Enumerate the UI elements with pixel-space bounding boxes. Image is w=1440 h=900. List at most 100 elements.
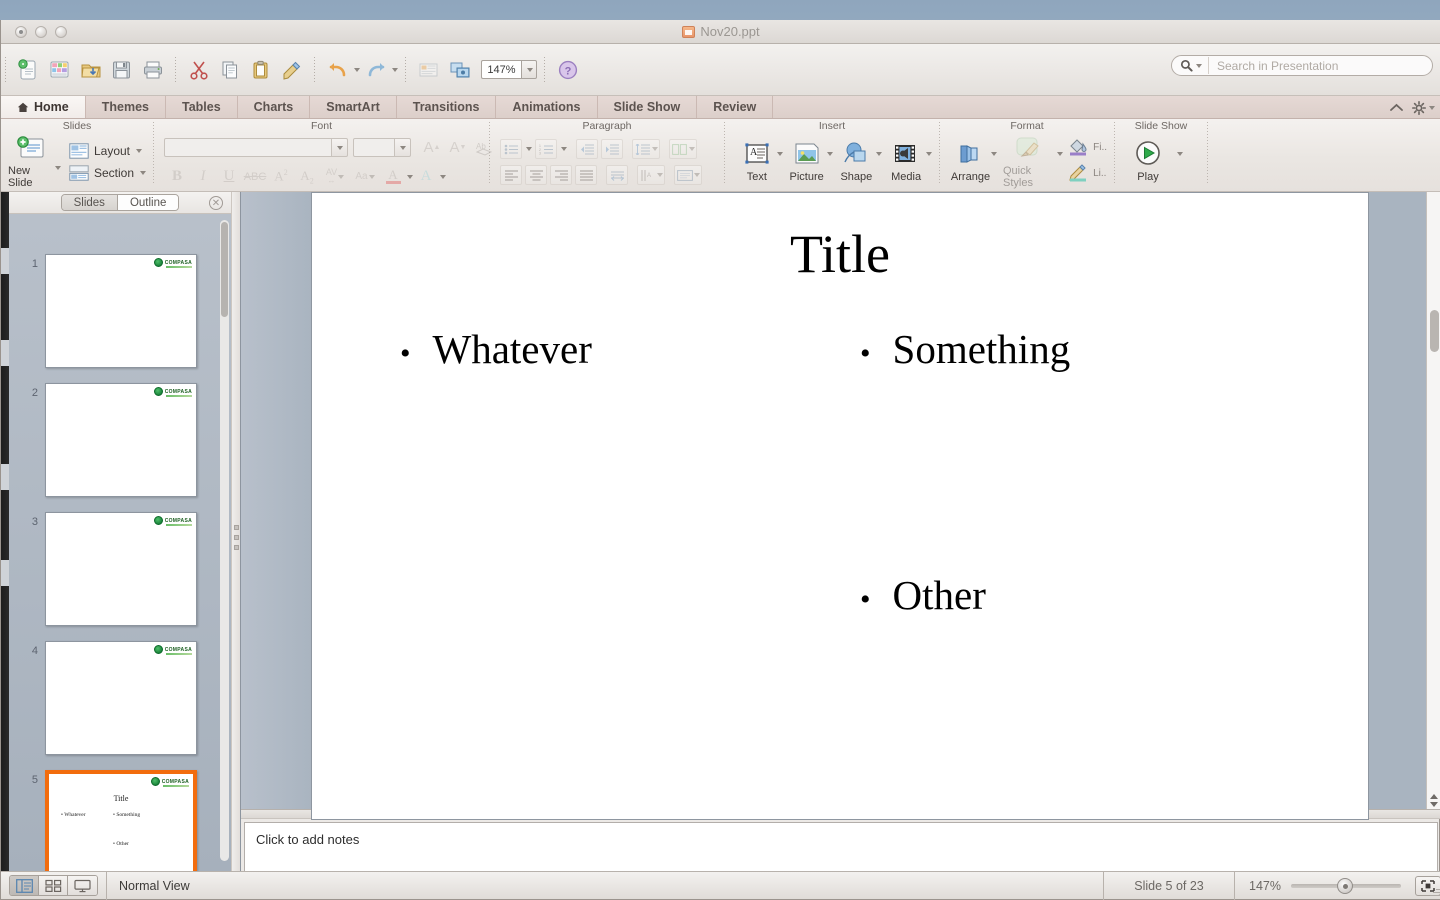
redo-button[interactable]: [361, 55, 390, 85]
panel-splitter[interactable]: [231, 192, 241, 882]
insert-shape-caret[interactable]: [876, 152, 883, 156]
tab-outline[interactable]: Outline: [117, 195, 179, 210]
copy-button[interactable]: [215, 55, 244, 85]
paste-button[interactable]: [246, 55, 275, 85]
thumbnail-item-1[interactable]: 1 COMPASA: [9, 248, 197, 368]
section-caret[interactable]: [140, 171, 146, 175]
splitter-grip[interactable]: [233, 524, 239, 550]
text-effects-button[interactable]: A: [413, 166, 439, 188]
print-button[interactable]: [138, 55, 167, 85]
slide-bullet-right-2[interactable]: • Other: [860, 571, 986, 619]
zoom-slider[interactable]: [1291, 877, 1401, 894]
tab-review[interactable]: Review: [697, 96, 774, 118]
save-button[interactable]: [107, 55, 136, 85]
minimize-window-button[interactable]: [35, 25, 47, 38]
zoom-window-button[interactable]: [55, 25, 67, 38]
search-input[interactable]: Search in Presentation: [1209, 59, 1338, 73]
slide-scroll-arrows[interactable]: [1430, 794, 1438, 807]
text-direction-button[interactable]: [606, 165, 628, 185]
align-left-button[interactable]: [500, 165, 522, 185]
open-button[interactable]: [76, 55, 105, 85]
normal-view-button[interactable]: [10, 876, 39, 895]
thumbnail-item-2[interactable]: 2 COMPASA: [9, 377, 197, 497]
underline-button[interactable]: U: [216, 166, 242, 188]
decrease-indent-button[interactable]: [576, 139, 598, 159]
line-spacing-button[interactable]: [632, 139, 660, 159]
tab-animations[interactable]: Animations: [496, 96, 598, 118]
numbering-caret[interactable]: [561, 147, 567, 151]
current-slide-canvas[interactable]: Title • Whatever • Something • Other: [311, 192, 1369, 820]
arrange-button[interactable]: Arrange: [950, 134, 991, 190]
media-browser-button[interactable]: [445, 55, 474, 85]
zoom-value-field[interactable]: 147%: [481, 60, 521, 79]
columns-button[interactable]: [669, 139, 697, 159]
search-scope-button[interactable]: [1172, 57, 1209, 74]
close-panel-icon[interactable]: ✕: [209, 196, 223, 210]
format-painter-button[interactable]: [277, 55, 306, 85]
tab-transitions[interactable]: Transitions: [397, 96, 497, 118]
font-size-input[interactable]: [353, 138, 395, 157]
thumbnail-scrollbar[interactable]: [220, 220, 229, 862]
thumbnail-item-3[interactable]: 3 COMPASA: [9, 506, 197, 626]
slide-bullet-right-1[interactable]: • Something: [860, 325, 1070, 373]
font-size-dropdown[interactable]: [395, 138, 411, 157]
thumbnail-list[interactable]: 1 COMPASA 2 COMPASA 3 COMPASA 4 COMPASA …: [9, 214, 231, 882]
bold-button[interactable]: B: [164, 166, 190, 188]
insert-picture-caret[interactable]: [826, 152, 833, 156]
shrink-font-button[interactable]: A ▼: [445, 137, 471, 159]
font-name-dropdown[interactable]: [332, 138, 348, 157]
quick-styles-caret[interactable]: [1057, 152, 1064, 156]
insert-media-caret[interactable]: [926, 152, 932, 156]
tab-themes[interactable]: Themes: [86, 96, 166, 118]
insert-shape-button[interactable]: Shape: [837, 134, 877, 190]
character-spacing-button[interactable]: AV ↔: [320, 166, 350, 188]
gear-dropdown-caret[interactable]: [1429, 105, 1435, 110]
insert-text-button[interactable]: A Text: [737, 134, 777, 190]
align-right-button[interactable]: [550, 165, 572, 185]
slide-thumbnail[interactable]: COMPASA: [45, 254, 197, 368]
italic-button[interactable]: I: [190, 166, 216, 188]
window-resize-grip[interactable]: [1426, 884, 1440, 898]
tab-slides[interactable]: Slides: [61, 195, 118, 210]
tab-tables[interactable]: Tables: [166, 96, 238, 118]
thumbnail-scrollbar-knob[interactable]: [221, 222, 228, 317]
increase-indent-button[interactable]: [601, 139, 623, 159]
fill-button[interactable]: Fi..: [1068, 138, 1107, 156]
cut-button[interactable]: [184, 55, 213, 85]
insert-media-button[interactable]: Media: [886, 134, 926, 190]
layout-caret[interactable]: [136, 149, 142, 153]
font-name-input[interactable]: [164, 138, 332, 157]
play-button[interactable]: Play: [1123, 134, 1173, 190]
grow-font-button[interactable]: A ▲: [419, 137, 445, 159]
help-button[interactable]: ?: [553, 55, 582, 85]
zoom-control[interactable]: 147%: [481, 60, 537, 80]
new-slide-caret[interactable]: [54, 166, 61, 170]
tab-home[interactable]: Home: [1, 96, 86, 118]
zoom-slider-thumb[interactable]: [1337, 877, 1353, 894]
slide-thumbnail-selected[interactable]: COMPASA Title • Whatever • Something • O…: [45, 770, 197, 882]
slide-stage[interactable]: Title • Whatever • Something • Other: [241, 192, 1440, 820]
tab-slide-show[interactable]: Slide Show: [598, 96, 698, 118]
play-caret[interactable]: [1177, 152, 1183, 156]
vertical-text-button[interactable]: A: [637, 165, 665, 185]
chevron-up-icon[interactable]: [1389, 102, 1404, 113]
undo-dropdown-caret[interactable]: [354, 67, 360, 72]
slide-scrollbar-knob[interactable]: [1430, 310, 1439, 352]
strikethrough-button[interactable]: ABC: [242, 166, 268, 188]
slide-thumbnail[interactable]: COMPASA: [45, 383, 197, 497]
subscript-button[interactable]: A2: [294, 166, 320, 188]
tab-charts[interactable]: Charts: [238, 96, 311, 118]
tab-smartart[interactable]: SmartArt: [310, 96, 397, 118]
line-button[interactable]: Li..: [1068, 164, 1107, 182]
layout-button[interactable]: Layout: [69, 143, 146, 159]
slide-sorter-button[interactable]: [39, 876, 68, 895]
arrange-caret[interactable]: [991, 152, 997, 156]
thumbnail-item-4[interactable]: 4 COMPASA: [9, 635, 197, 755]
superscript-button[interactable]: A2: [268, 166, 294, 188]
align-center-button[interactable]: [525, 165, 547, 185]
close-window-button[interactable]: [15, 25, 27, 38]
text-effects-caret[interactable]: [440, 174, 446, 179]
section-button[interactable]: Section: [69, 165, 146, 181]
justify-button[interactable]: [575, 165, 597, 185]
new-slide-button[interactable]: New Slide: [8, 134, 55, 190]
